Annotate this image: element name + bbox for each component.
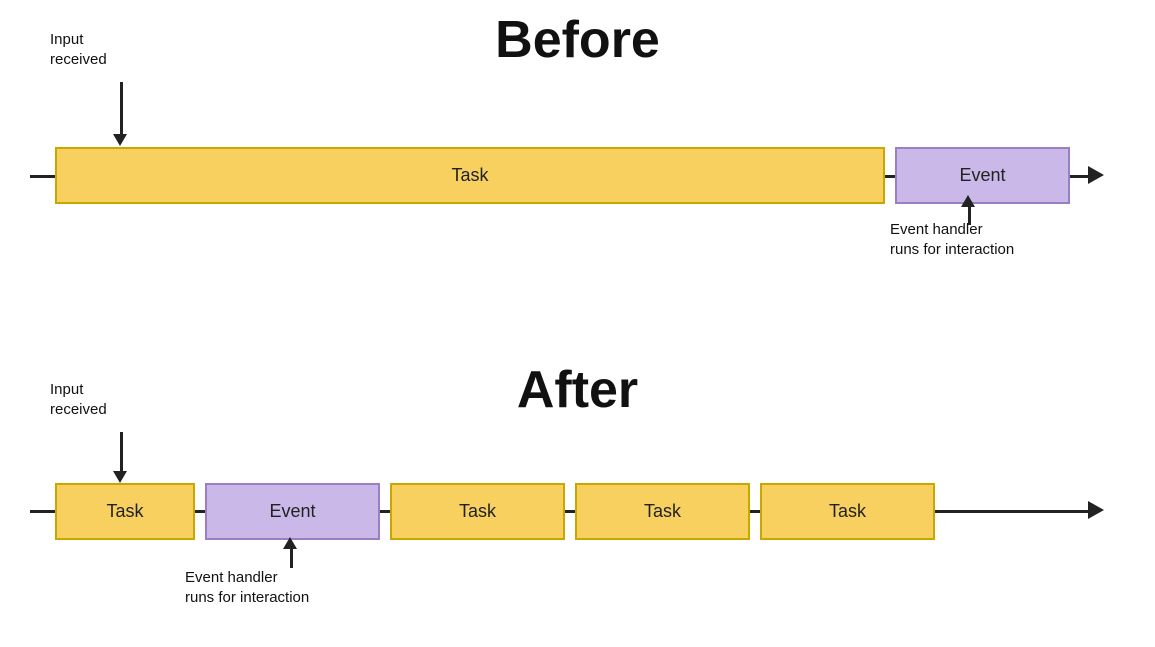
after-input-label: Input received xyxy=(50,380,107,421)
before-event-handler-label: Event handler runs for interaction xyxy=(890,220,1014,261)
before-input-label: Input received xyxy=(50,30,107,71)
before-title: Before xyxy=(495,10,660,70)
after-title: After xyxy=(517,360,638,420)
diagram-container: Before Task Event Input received Event h… xyxy=(0,0,1155,647)
before-input-arrowhead xyxy=(113,134,127,146)
after-event-arrowhead xyxy=(283,537,297,549)
before-event-arrowhead xyxy=(961,195,975,207)
after-input-arrowhead xyxy=(113,471,127,483)
after-task3-block: Task xyxy=(575,483,750,540)
after-task1-block: Task xyxy=(55,483,195,540)
before-event-arrow-line xyxy=(968,205,971,225)
after-task2-block: Task xyxy=(390,483,565,540)
after-input-arrow-line xyxy=(120,432,123,474)
after-event-block: Event xyxy=(205,483,380,540)
before-arrow-right xyxy=(1088,166,1104,184)
after-task4-block: Task xyxy=(760,483,935,540)
before-event-block: Event xyxy=(895,147,1070,204)
after-event-handler-label: Event handler runs for interaction xyxy=(185,568,309,609)
before-input-arrow-line xyxy=(120,82,123,137)
after-arrow-right xyxy=(1088,501,1104,519)
after-event-arrow-line xyxy=(290,548,293,568)
before-task-block: Task xyxy=(55,147,885,204)
